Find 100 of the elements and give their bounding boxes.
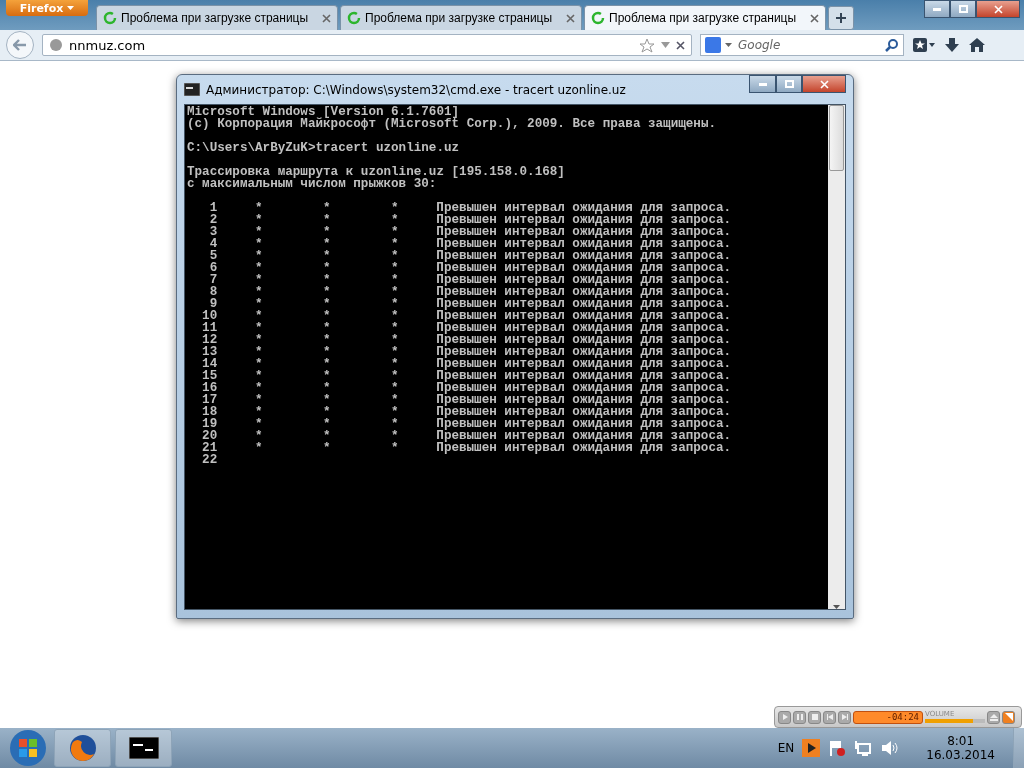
hop-number: 14 xyxy=(201,358,218,370)
bookmarks-star-icon xyxy=(912,37,936,53)
eject-button[interactable] xyxy=(987,710,1000,724)
hop-number: 1 xyxy=(208,202,218,214)
player-control-icon xyxy=(809,712,820,722)
close-icon xyxy=(566,13,575,23)
home-icon xyxy=(968,37,986,53)
browser-tab[interactable]: Проблема при загрузке страницы xyxy=(340,5,582,30)
probe-timeout: * xyxy=(391,370,399,382)
dropdown-icon[interactable] xyxy=(661,42,670,48)
console-line: Превышен интервал ожидания для запроса. xyxy=(436,321,732,335)
probe-timeout: * xyxy=(323,262,331,274)
maximize-button[interactable] xyxy=(776,75,802,93)
search-icon[interactable] xyxy=(885,38,899,52)
probe-timeout: * xyxy=(323,298,331,310)
play-icon[interactable] xyxy=(802,739,821,757)
probe-timeout: * xyxy=(255,202,263,214)
probe-timeout: * xyxy=(255,262,263,274)
browser-tab[interactable]: Проблема при загрузке страницы xyxy=(584,5,826,30)
probe-timeout: * xyxy=(391,250,399,262)
probe-timeout: * xyxy=(323,322,331,334)
probe-timeout: * xyxy=(255,250,263,262)
close-button[interactable] xyxy=(976,0,1020,18)
back-button[interactable] xyxy=(6,31,34,59)
close-button[interactable] xyxy=(802,75,846,93)
console-line: Превышен интервал ожидания для запроса. xyxy=(436,357,732,371)
hop-number: 10 xyxy=(201,310,218,322)
flag-error-icon[interactable] xyxy=(828,739,847,757)
player-control-button[interactable] xyxy=(808,710,821,724)
clock-time[interactable]: 8:01 xyxy=(947,734,975,748)
console-line: Превышен интервал ожидания для запроса. xyxy=(436,417,732,431)
player-control-button[interactable] xyxy=(838,710,851,724)
console-line: Превышен интервал ожидания для запроса. xyxy=(436,225,732,239)
search-field[interactable]: Google xyxy=(700,34,904,56)
hop-number: 9 xyxy=(209,298,218,310)
bookmarks-button[interactable] xyxy=(912,37,936,53)
hop-number: 22 xyxy=(201,454,218,466)
probe-timeout: * xyxy=(323,394,331,406)
minimize-button[interactable] xyxy=(749,75,776,93)
language-indicator[interactable]: EN xyxy=(777,741,795,755)
close-icon xyxy=(322,13,331,23)
console-line: Превышен интервал ожидания для запроса. xyxy=(436,309,732,323)
volume-icon[interactable] xyxy=(880,739,899,757)
probe-timeout: * xyxy=(255,418,263,430)
player-menu-button[interactable] xyxy=(1002,710,1015,724)
console-icon xyxy=(184,83,200,96)
taskbar-app-button[interactable] xyxy=(115,729,172,767)
console-icon xyxy=(128,737,159,759)
probe-timeout: * xyxy=(255,346,263,358)
close-icon xyxy=(819,79,829,89)
home-button[interactable] xyxy=(968,37,986,53)
window-title: Администратор: C:\Windows\system32\cmd.exe - tracert uzonline.uz xyxy=(206,82,627,97)
close-icon xyxy=(810,13,819,23)
hop-number: 7 xyxy=(208,274,218,286)
new-tab-button[interactable] xyxy=(828,6,854,30)
fox-globe-icon xyxy=(68,734,97,762)
dropdown-icon[interactable] xyxy=(725,43,732,47)
probe-timeout: * xyxy=(323,214,331,226)
hop-number: 8 xyxy=(208,286,218,298)
maximize-icon xyxy=(784,80,794,88)
probe-timeout: * xyxy=(391,262,399,274)
console-line: Превышен интервал ожидания для запроса. xyxy=(436,237,732,251)
player-control-button[interactable] xyxy=(823,710,836,724)
probe-timeout: * xyxy=(255,322,263,334)
scrollbar[interactable] xyxy=(828,105,845,609)
probe-timeout: * xyxy=(391,358,399,370)
probe-timeout: * xyxy=(391,286,399,298)
hop-number: 4 xyxy=(208,238,218,250)
hop-number: 20 xyxy=(201,430,218,442)
address-bar[interactable]: nnmuz.com xyxy=(42,34,692,56)
minimize-button[interactable] xyxy=(924,0,950,18)
console-line: Превышен интервал ожидания для запроса. xyxy=(436,393,732,407)
probe-timeout: * xyxy=(255,214,263,226)
scroll-down-icon[interactable] xyxy=(833,605,840,609)
console-line: Превышен интервал ожидания для запроса. xyxy=(436,381,732,395)
probe-timeout: * xyxy=(391,394,399,406)
clock-date[interactable]: 16.03.2014 xyxy=(926,748,995,762)
hop-number: 12 xyxy=(201,334,218,346)
probe-timeout: * xyxy=(391,226,399,238)
hop-number: 2 xyxy=(208,214,218,226)
eject-icon xyxy=(988,712,999,722)
loading-icon xyxy=(103,11,117,25)
hop-number: 19 xyxy=(201,418,218,430)
network-icon[interactable] xyxy=(854,739,873,757)
probe-timeout: * xyxy=(391,430,399,442)
probe-timeout: * xyxy=(255,382,263,394)
maximize-button[interactable] xyxy=(950,0,976,18)
probe-timeout: * xyxy=(391,322,399,334)
volume-slider[interactable] xyxy=(925,719,985,723)
probe-timeout: * xyxy=(323,274,331,286)
console-line: C:\Users\ArByZuK>tracert uzonline.uz xyxy=(187,142,461,154)
scroll-thumb[interactable] xyxy=(829,105,844,171)
corner-arrow-icon xyxy=(1004,713,1013,721)
downloads-button[interactable] xyxy=(944,37,960,53)
bookmark-star-icon[interactable] xyxy=(639,37,655,53)
probe-timeout: * xyxy=(323,286,331,298)
player-control-button[interactable] xyxy=(778,710,791,724)
player-control-button[interactable] xyxy=(793,710,806,724)
time-display: -04:24 xyxy=(853,710,923,724)
browser-tab[interactable]: Проблема при загрузке страницы xyxy=(96,5,338,30)
